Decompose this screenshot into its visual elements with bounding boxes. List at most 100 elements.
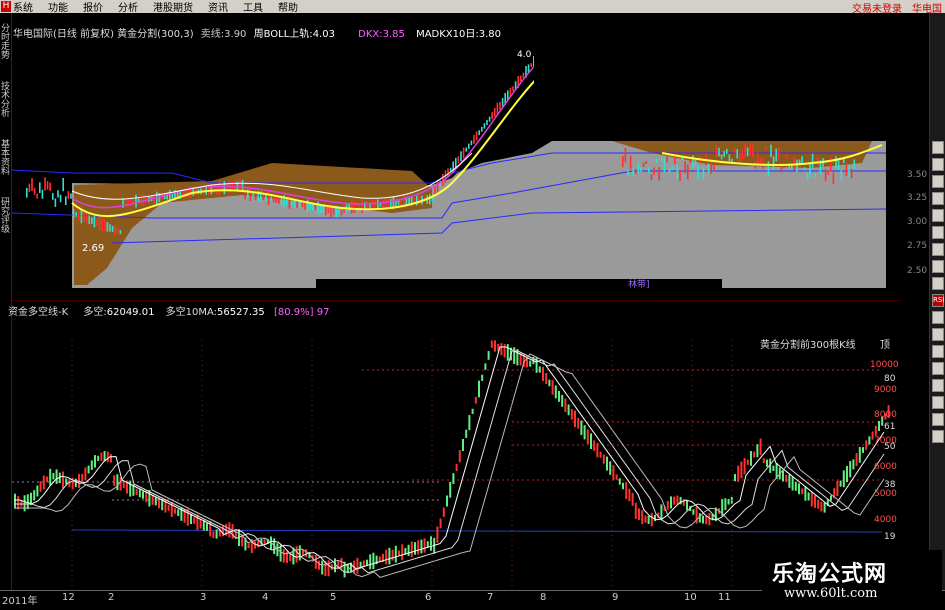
price-candle	[28, 183, 31, 193]
price-candle	[845, 164, 848, 176]
menu-item-hk-futures[interactable]: 港股期货	[153, 0, 193, 14]
tool-button-icon[interactable]	[932, 209, 944, 222]
flow-candle	[746, 459, 749, 465]
price-axis-label: 3.50	[907, 170, 928, 180]
flow-candle	[46, 476, 48, 482]
price-candle	[804, 167, 806, 171]
price-candle	[796, 159, 798, 172]
price-candle	[215, 183, 218, 195]
flow-candle	[612, 465, 615, 480]
price-axis-label: 2.75	[907, 241, 928, 251]
price-candle	[390, 198, 392, 208]
rsi-button[interactable]: RSI	[932, 294, 944, 307]
price-candle	[715, 144, 718, 158]
price-candle	[33, 187, 36, 195]
flow-candle	[113, 475, 116, 486]
golden-level-label: 80	[884, 374, 896, 384]
flow-candle	[644, 515, 647, 523]
flow-candle	[670, 496, 672, 509]
price-candle	[694, 159, 697, 166]
tool-button-icon[interactable]	[932, 362, 944, 375]
flow-candle	[676, 495, 679, 505]
price-candle	[117, 227, 119, 235]
tool-button-icon[interactable]	[932, 243, 944, 256]
price-candle	[59, 194, 62, 203]
flow-candle	[599, 451, 602, 458]
menu-item-help[interactable]: 帮助	[278, 0, 298, 14]
flow-candle	[634, 502, 637, 519]
tool-button-icon[interactable]	[932, 141, 944, 154]
flow-candle	[14, 493, 16, 509]
flow-candle	[554, 385, 557, 399]
month-tick: 9	[612, 592, 619, 603]
tool-button-icon[interactable]	[932, 226, 944, 239]
menu-item-function[interactable]: 功能	[48, 0, 68, 14]
watermark-title: 乐淘公式网	[772, 562, 888, 587]
flow-candle	[410, 541, 413, 558]
capital-flow-panel[interactable]: 资金多空线-K 多空:62049.01 多空10MA:56527.35 [80.…	[8, 299, 903, 590]
flow-candle	[647, 515, 650, 525]
flow-candle	[538, 366, 541, 373]
flow-candle	[638, 508, 640, 521]
flow-candle	[842, 470, 845, 488]
price-candle	[397, 200, 400, 205]
tool-button-icon[interactable]	[932, 413, 944, 426]
tool-button-icon[interactable]	[932, 430, 944, 443]
flow-axis-label: 10000	[870, 360, 899, 370]
flow-candle	[247, 543, 250, 549]
tab-research[interactable]: 研究评级	[0, 199, 11, 249]
tool-button-icon[interactable]	[932, 192, 944, 205]
price-candle	[470, 140, 473, 146]
flow-candle	[791, 476, 794, 491]
tab-time-share[interactable]: 分时走势	[0, 25, 11, 75]
price-candle	[772, 156, 775, 171]
flow-candle	[814, 495, 816, 508]
price-candle	[632, 168, 634, 177]
tab-fundamentals[interactable]: 基本资料	[0, 141, 11, 191]
price-candle	[648, 167, 650, 174]
price-candle	[262, 194, 265, 201]
tool-button-icon[interactable]	[932, 396, 944, 409]
flow-candle	[487, 351, 490, 360]
tool-button-icon[interactable]	[932, 379, 944, 392]
flow-candle	[138, 489, 141, 498]
menu-item-quote[interactable]: 报价	[83, 0, 103, 14]
month-tick: 10	[684, 592, 697, 603]
tool-button-icon[interactable]	[932, 345, 944, 358]
price-candle	[275, 196, 278, 203]
tool-button-icon[interactable]	[932, 311, 944, 324]
tool-button-icon[interactable]	[932, 328, 944, 341]
tab-technical[interactable]: 技术分析	[0, 83, 11, 133]
menu-item-analysis[interactable]: 分析	[118, 0, 138, 14]
tool-button-icon[interactable]	[932, 158, 944, 171]
capital-flow-title: 资金多空线-K 多空:62049.01 多空10MA:56527.35 [80.…	[8, 307, 330, 318]
flow-candle	[385, 549, 388, 565]
tool-button-icon[interactable]	[932, 277, 944, 290]
flow-candle	[446, 495, 448, 507]
menu-item-tools[interactable]: 工具	[243, 0, 263, 14]
menu-item-news[interactable]: 资讯	[208, 0, 228, 14]
price-candle	[809, 164, 811, 178]
flow-candle	[702, 515, 704, 524]
watermark: 乐淘公式网 www.60lt.com	[762, 550, 942, 606]
price-candle	[301, 202, 304, 208]
price-candle	[806, 172, 809, 180]
flow-candle	[609, 461, 612, 475]
flow-candle	[177, 509, 180, 516]
flow-candle	[340, 557, 343, 570]
price-candle	[348, 203, 350, 211]
flow-candle	[593, 440, 596, 451]
flow-candle	[794, 481, 797, 491]
flow-candle	[762, 458, 765, 464]
flow-candle	[490, 340, 493, 348]
price-candle	[746, 147, 749, 157]
flow-candle	[462, 438, 464, 452]
price-candle	[642, 162, 645, 167]
price-candle	[98, 217, 101, 231]
menu-item-system[interactable]: 系统	[13, 0, 33, 14]
tool-button-icon[interactable]	[932, 175, 944, 188]
flow-axis-label: 8000	[874, 410, 897, 420]
flow-axis-label: 5000	[874, 489, 897, 499]
flow-candle	[33, 490, 36, 501]
tool-button-icon[interactable]	[932, 260, 944, 273]
